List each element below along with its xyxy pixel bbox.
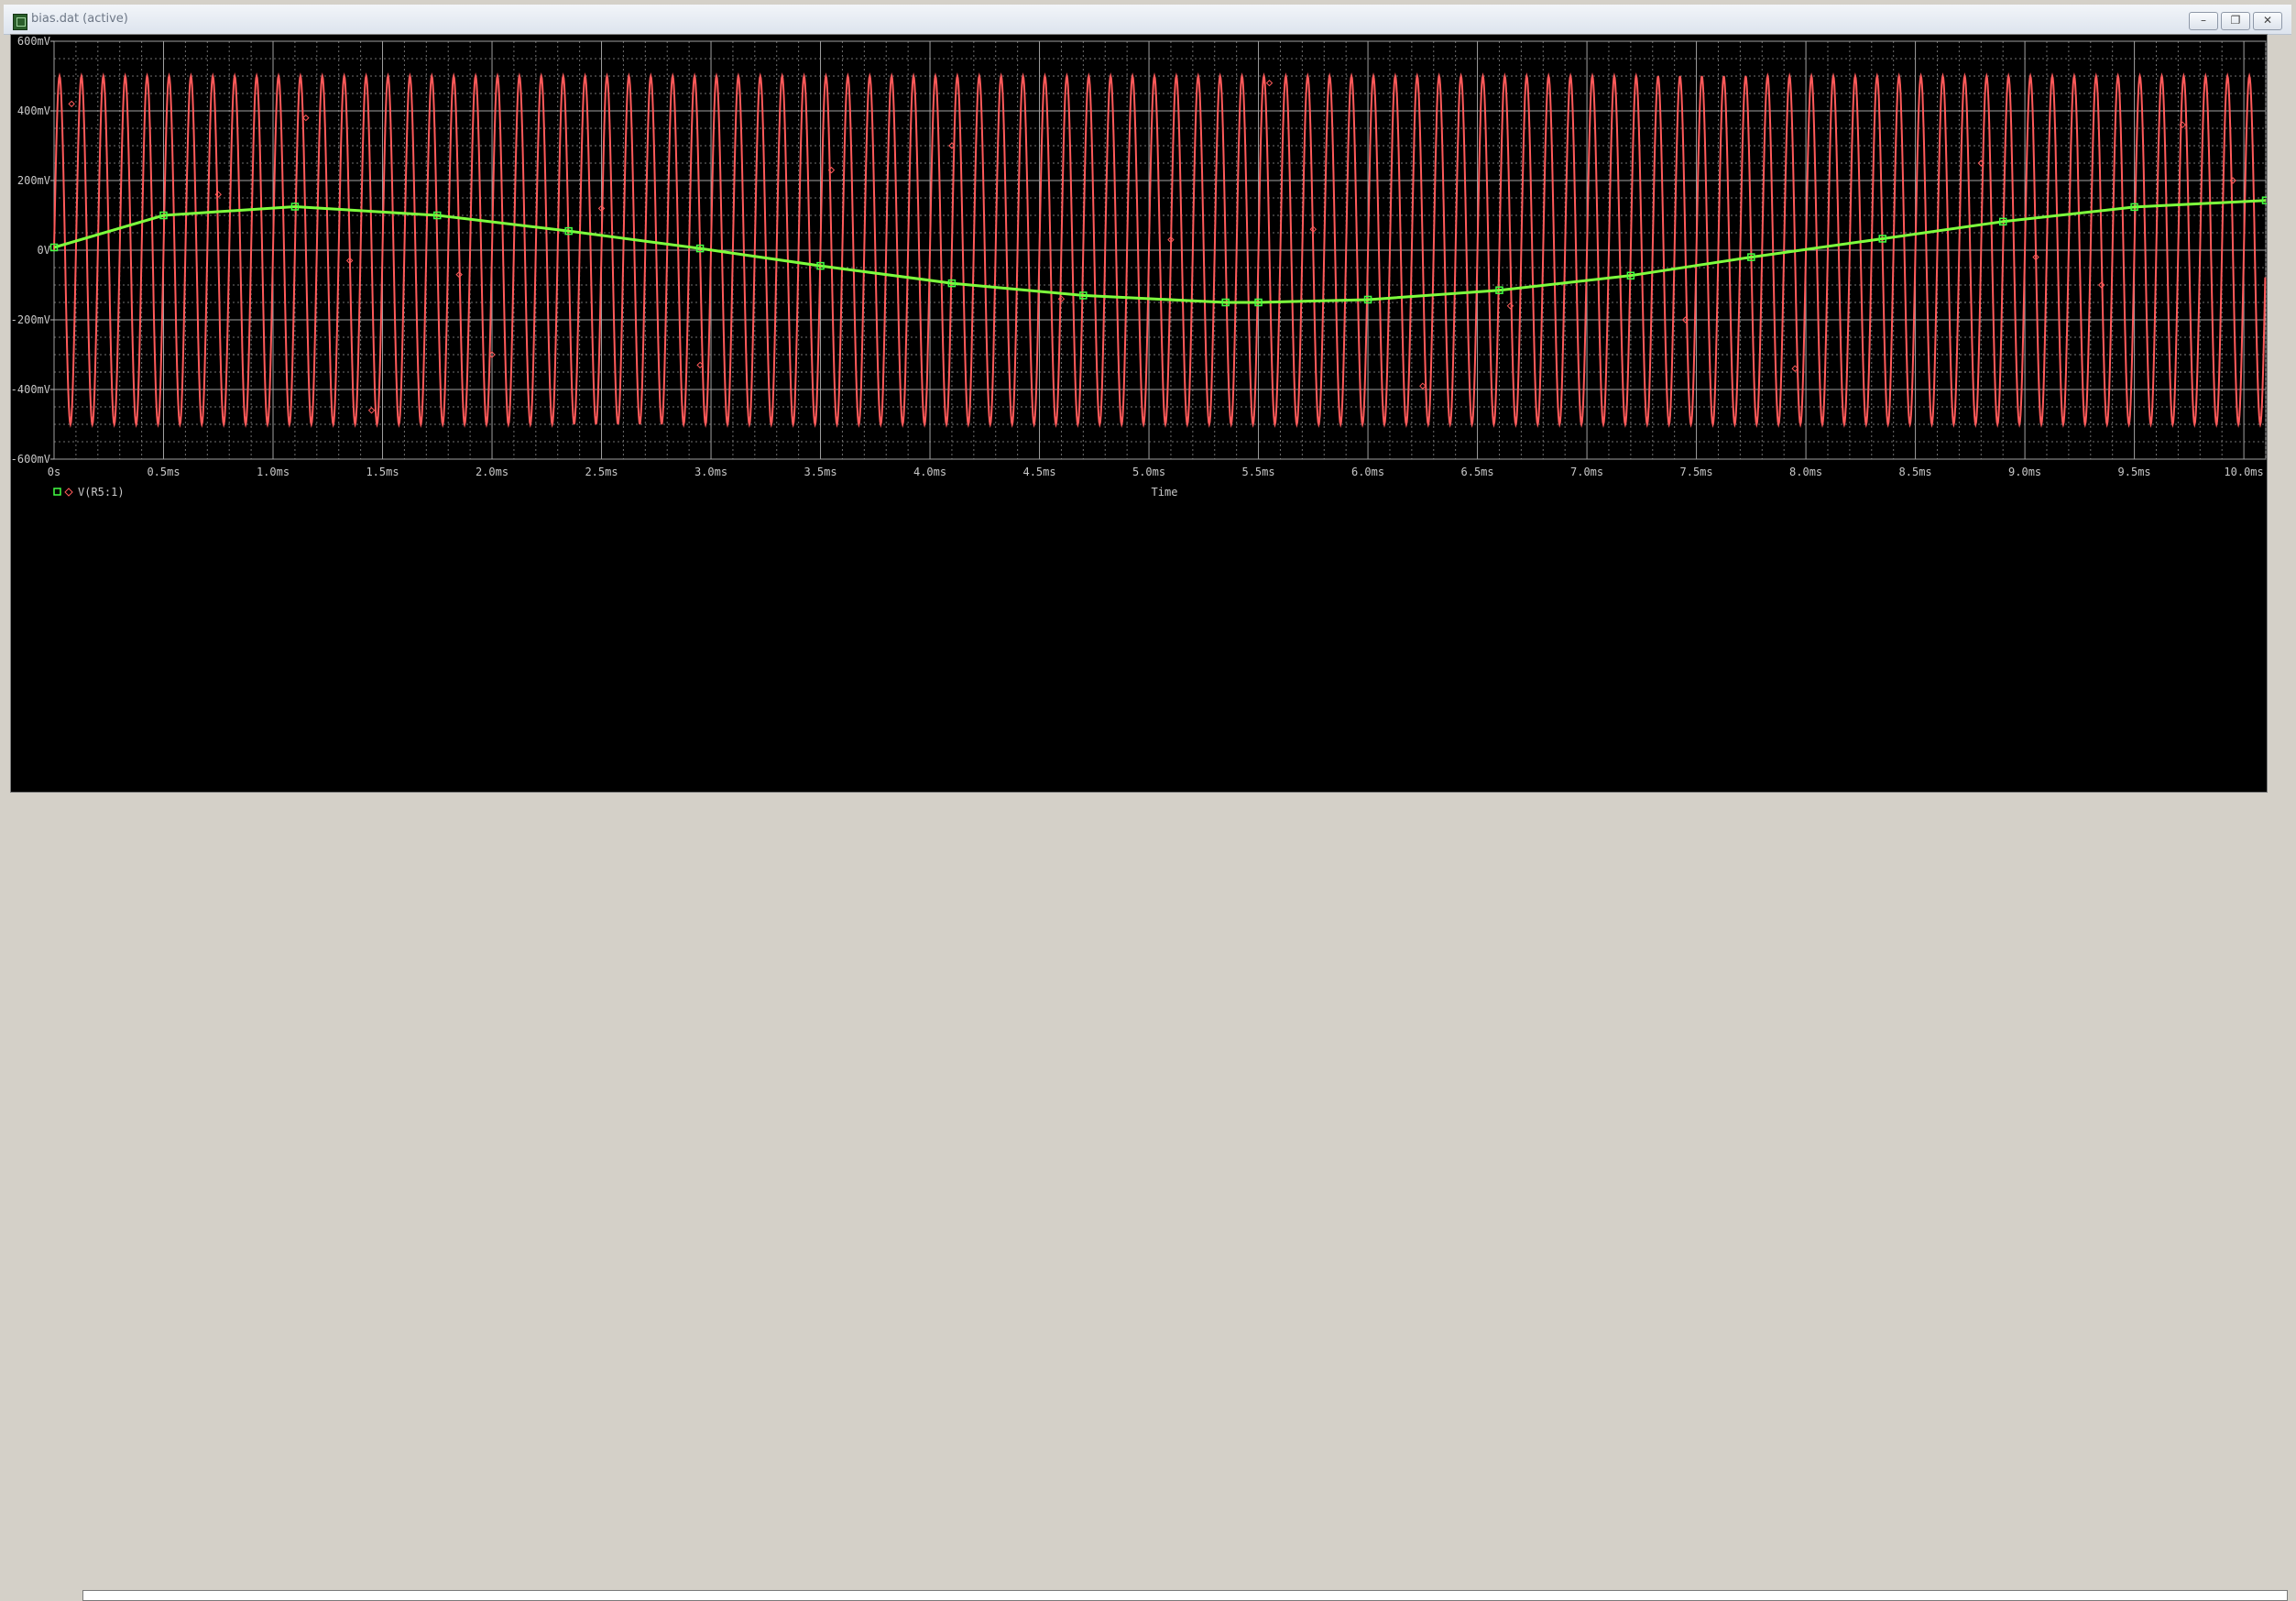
- x-tick-label: 4.5ms: [1022, 466, 1055, 478]
- x-tick-label: 2.0ms: [476, 466, 508, 478]
- minimize-icon: –: [2201, 14, 2206, 27]
- x-tick-label: 1.5ms: [366, 466, 399, 478]
- legend-label: V(R5:1): [78, 486, 125, 499]
- minimize-button[interactable]: –: [2189, 12, 2218, 30]
- y-tick-label: -200mV: [11, 313, 50, 326]
- y-tick-label: 200mV: [17, 174, 50, 187]
- x-tick-label: 5.5ms: [1241, 466, 1274, 478]
- x-tick-label: 0.5ms: [147, 466, 180, 478]
- y-tick-label: 0V: [38, 244, 50, 257]
- legend-diamond-marker: [64, 488, 73, 497]
- y-tick-label: -400mV: [11, 383, 50, 396]
- close-icon: ✕: [2262, 14, 2273, 27]
- diamond-marker: [302, 114, 310, 122]
- status-strip: [0, 794, 2296, 1601]
- application-window: bias.dat (active) – ❐ ✕ 600mV 400mV 200mV 0…: [0, 0, 2296, 1601]
- title-bar[interactable]: bias.dat (active) – ❐ ✕: [4, 5, 2291, 35]
- diamond-marker: [367, 407, 376, 414]
- command-field[interactable]: [82, 1590, 2288, 1601]
- x-tick-label: 6.5ms: [1461, 466, 1494, 478]
- diamond-marker: [1419, 382, 1427, 389]
- restore-button[interactable]: ❐: [2221, 12, 2250, 30]
- y-tick-label: 600mV: [17, 35, 50, 48]
- x-tick-label: 9.5ms: [2118, 466, 2151, 478]
- x-tick-label: 7.0ms: [1570, 466, 1603, 478]
- x-tick-label: 6.0ms: [1351, 466, 1384, 478]
- legend-square-marker: [53, 488, 61, 496]
- window-title: bias.dat (active): [31, 12, 128, 26]
- x-tick-label: 3.0ms: [694, 466, 727, 478]
- restore-icon: ❐: [2230, 14, 2241, 27]
- app-icon: [13, 14, 27, 30]
- x-tick-label: 5.0ms: [1132, 466, 1165, 478]
- x-tick-label: 10.0ms: [2224, 466, 2263, 478]
- x-tick-label: 3.5ms: [804, 466, 836, 478]
- y-tick-label: 400mV: [17, 104, 50, 117]
- x-tick-label: 8.5ms: [1899, 466, 1932, 478]
- y-tick-label: -600mV: [11, 453, 50, 466]
- x-tick-label: 9.0ms: [2008, 466, 2041, 478]
- close-button[interactable]: ✕: [2253, 12, 2282, 30]
- x-tick-label: 4.0ms: [913, 466, 946, 478]
- x-tick-label: 7.5ms: [1680, 466, 1713, 478]
- x-axis-title: Time: [1152, 486, 1178, 499]
- diamond-marker: [68, 100, 75, 108]
- x-tick-label: 0s: [48, 466, 60, 478]
- diamond-marker: [1265, 79, 1274, 87]
- x-tick-label: 8.0ms: [1789, 466, 1822, 478]
- x-tick-label: 2.5ms: [585, 466, 618, 478]
- plot-area[interactable]: 600mV 400mV 200mV 0V -200mV -400mV -600mV 0s 0.5…: [10, 34, 2268, 793]
- waveform-chart[interactable]: 600mV 400mV 200mV 0V -200mV -400mV -600mV0s 0.5…: [11, 35, 2267, 792]
- x-tick-label: 1.0ms: [257, 466, 290, 478]
